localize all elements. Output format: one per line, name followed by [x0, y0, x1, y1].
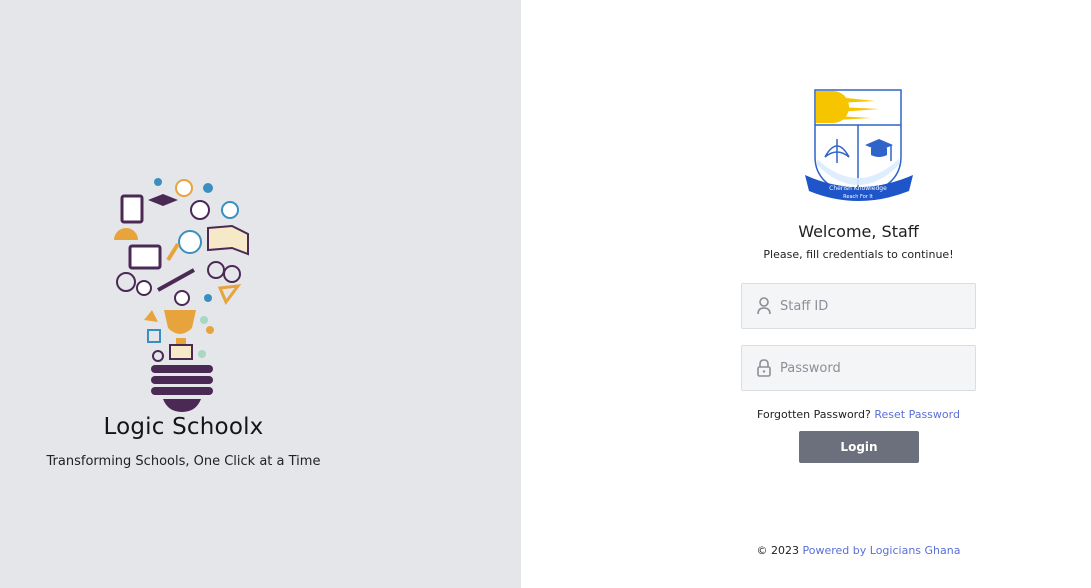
left-panel: Logic Schoolx Transforming Schools, One …	[0, 0, 521, 588]
login-subtitle: Please, fill credentials to continue!	[763, 248, 954, 261]
crest-motto-line2: Reach For It	[843, 194, 873, 200]
staff-id-input[interactable]	[780, 298, 960, 314]
footer: © 2023 Powered by Logicians Ghana	[721, 544, 996, 557]
education-lightbulb-illustration	[114, 178, 249, 412]
lock-icon	[754, 358, 774, 378]
login-panel: Cherish Knowledge Reach For It Welcome, …	[521, 0, 1091, 588]
welcome-heading: Welcome, Staff	[798, 222, 919, 241]
school-crest-logo: Cherish Knowledge Reach For It	[805, 89, 913, 201]
user-icon	[754, 296, 774, 316]
staff-id-field[interactable]	[741, 283, 976, 329]
login-button[interactable]: Login	[799, 431, 919, 463]
forgot-password-text: Forgotten Password?	[757, 408, 871, 421]
password-field[interactable]	[741, 345, 976, 391]
crest-motto-line1: Cherish Knowledge	[829, 185, 887, 192]
forgot-password-row: Forgotten Password? Reset Password	[721, 408, 996, 421]
copyright-text: © 2023	[756, 544, 800, 557]
powered-by-link[interactable]: Powered by Logicians Ghana	[803, 544, 961, 557]
password-input[interactable]	[780, 360, 960, 376]
brand-name: Logic Schoolx	[103, 414, 264, 440]
brand-tagline: Transforming Schools, One Click at a Tim…	[46, 454, 321, 469]
reset-password-link[interactable]: Reset Password	[874, 408, 960, 421]
